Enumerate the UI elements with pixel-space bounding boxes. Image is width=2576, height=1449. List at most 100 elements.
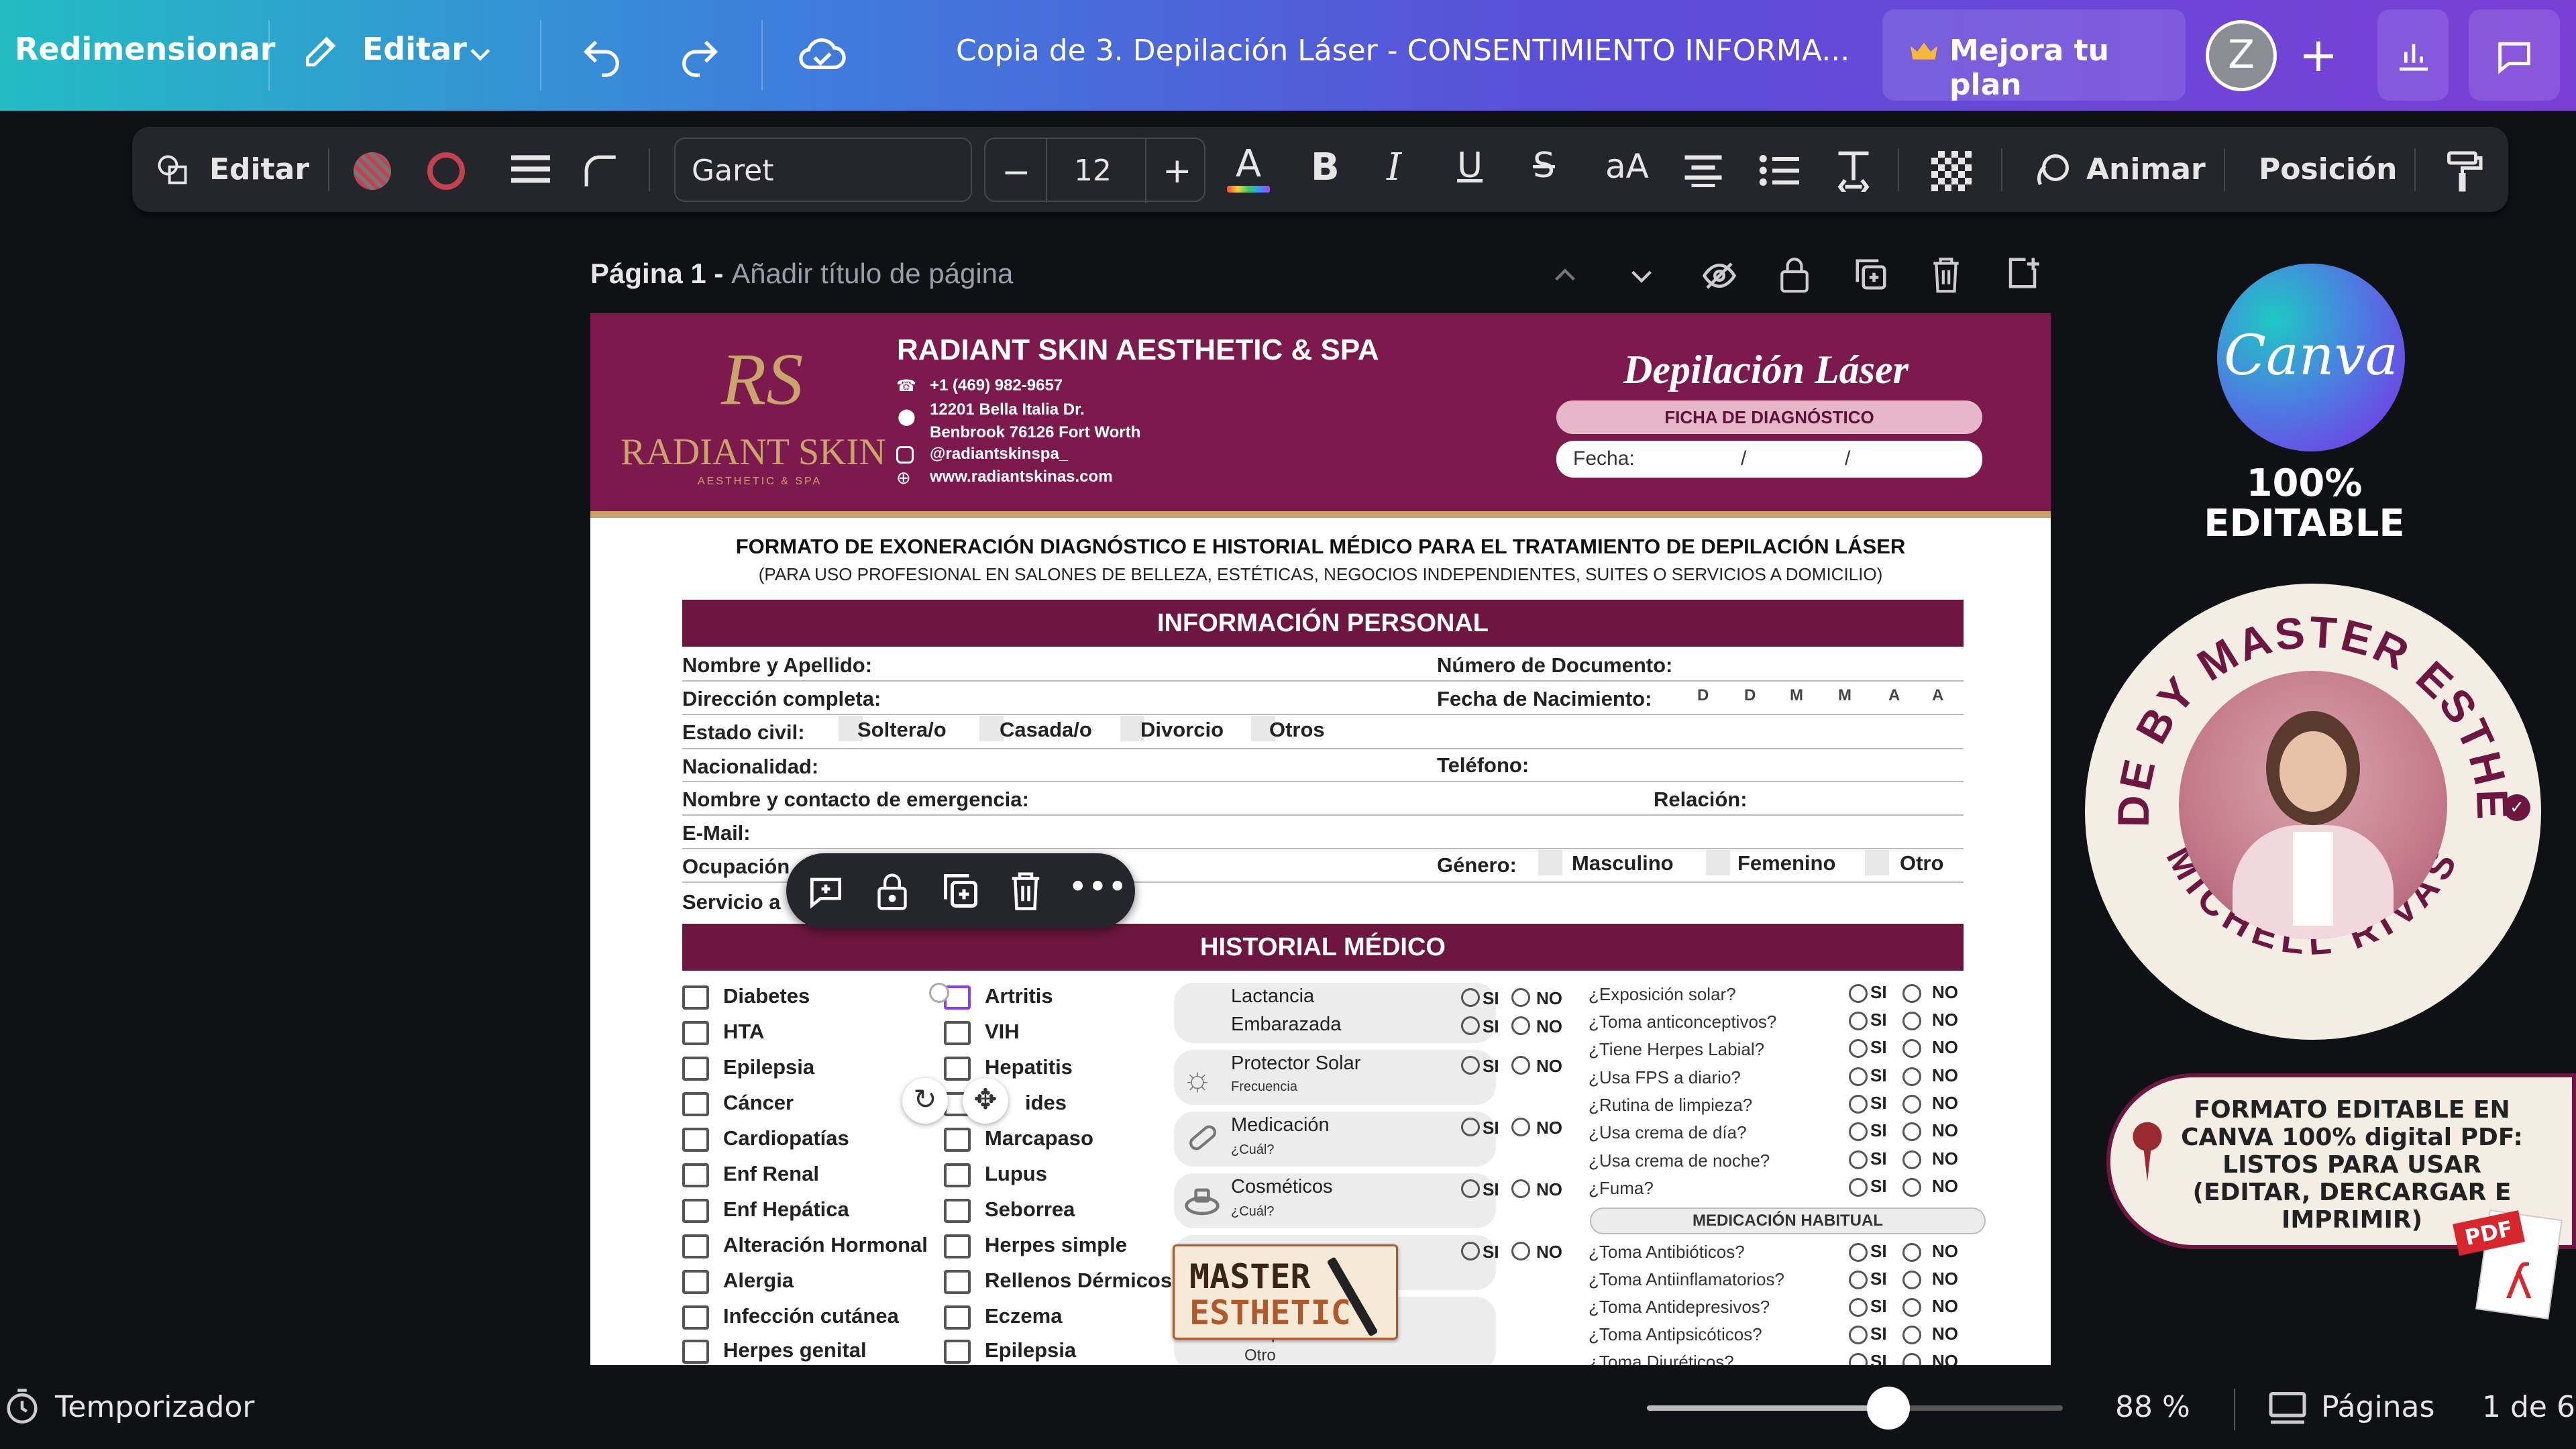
radio-lactancia-no[interactable] xyxy=(1511,988,1530,1007)
checkbox-vih[interactable] xyxy=(944,1021,971,1045)
text-spacing-icon[interactable] xyxy=(1833,148,1874,195)
document-title[interactable]: Copia de 3. Depilación Láser - CONSENTIM… xyxy=(956,34,1849,68)
chevron-down-icon[interactable] xyxy=(1626,260,1657,291)
undo-icon[interactable] xyxy=(578,30,625,77)
checkbox-cardiopatias[interactable] xyxy=(682,1128,709,1152)
increase-size-button[interactable]: + xyxy=(1163,151,1192,191)
zoom-slider-track[interactable] xyxy=(1647,1387,2063,1430)
checkbox-infeccion-cutanea[interactable] xyxy=(682,1305,709,1330)
radio-no[interactable] xyxy=(1902,1271,1921,1289)
edit-element-button[interactable]: Editar xyxy=(209,152,309,186)
radio-no[interactable] xyxy=(1902,1067,1921,1086)
shapes-edit-icon[interactable] xyxy=(155,152,190,187)
radio-no[interactable] xyxy=(1902,1039,1921,1058)
radio-no[interactable] xyxy=(1902,1353,1921,1365)
radio-si[interactable] xyxy=(1461,1242,1480,1260)
upgrade-button[interactable]: Mejora tu plan xyxy=(1882,9,2186,102)
underline-icon[interactable]: U xyxy=(1457,146,1483,186)
strikethrough-icon[interactable]: S xyxy=(1533,146,1555,186)
radio-si[interactable] xyxy=(1849,1326,1868,1344)
radio-medicacion-no[interactable] xyxy=(1511,1118,1530,1136)
radio-embarazada-si[interactable] xyxy=(1461,1016,1480,1035)
checkbox-alteracion-hormonal[interactable] xyxy=(682,1234,709,1258)
radio-si[interactable] xyxy=(1849,1095,1868,1114)
checkbox-epilepsia-2[interactable] xyxy=(944,1340,971,1364)
radio-no[interactable] xyxy=(1902,1298,1921,1317)
design-page[interactable]: RS RADIANT SKIN AESTHETIC & SPA RADIANT … xyxy=(590,313,2051,1365)
animate-icon[interactable] xyxy=(2032,151,2072,191)
redo-icon[interactable] xyxy=(676,30,723,77)
radio-si[interactable] xyxy=(1849,1122,1868,1141)
option-soltero[interactable]: Soltera/o xyxy=(857,718,947,742)
resize-handle[interactable] xyxy=(929,983,949,1003)
checkbox-eczema[interactable] xyxy=(944,1305,971,1330)
pages-button[interactable]: Páginas xyxy=(2321,1390,2434,1424)
radio-si[interactable] xyxy=(1849,1271,1868,1289)
decrease-size-button[interactable]: − xyxy=(1002,152,1031,193)
radio-no[interactable] xyxy=(1902,1326,1921,1344)
radio-medicacion-si[interactable] xyxy=(1461,1118,1480,1136)
bold-icon[interactable]: B xyxy=(1311,146,1340,189)
option-femenino[interactable]: Femenino xyxy=(1737,851,1835,875)
checkbox[interactable] xyxy=(1706,850,1730,875)
radio-protector-no[interactable] xyxy=(1511,1056,1530,1075)
paint-roller-icon[interactable] xyxy=(2444,150,2484,192)
radio-protector-si[interactable] xyxy=(1461,1056,1480,1075)
zoom-level[interactable]: 88 % xyxy=(2115,1390,2190,1424)
checkbox-alergia[interactable] xyxy=(682,1270,709,1294)
checkbox-hta[interactable] xyxy=(682,1021,709,1045)
checkbox[interactable] xyxy=(1538,850,1562,875)
checkbox-enf-renal[interactable] xyxy=(682,1163,709,1187)
radio-no[interactable] xyxy=(1902,1095,1921,1114)
radio-cosmeticos-no[interactable] xyxy=(1511,1179,1530,1198)
trash-icon[interactable] xyxy=(1008,869,1044,911)
checkbox-hepatitis[interactable] xyxy=(944,1057,971,1081)
insights-button[interactable] xyxy=(2377,9,2449,101)
checkbox-rellenos-dermicos[interactable] xyxy=(944,1270,971,1294)
radio-si[interactable] xyxy=(1849,1243,1868,1262)
date-field[interactable]: Fecha: / / xyxy=(1556,441,1982,478)
comments-button[interactable] xyxy=(2469,9,2560,101)
cloud-saved-icon[interactable] xyxy=(797,30,848,77)
zoom-slider-thumb[interactable] xyxy=(1866,1387,1910,1430)
border-style-icon[interactable] xyxy=(511,154,550,187)
option-otros[interactable]: Otros xyxy=(1269,718,1325,742)
letter-case-icon[interactable]: aA xyxy=(1605,147,1649,186)
option-masculino[interactable]: Masculino xyxy=(1572,851,1674,875)
radio-no[interactable] xyxy=(1902,984,1921,1003)
chevron-down-icon[interactable] xyxy=(466,39,495,68)
radio-si[interactable] xyxy=(1849,1353,1868,1365)
radio-si[interactable] xyxy=(1849,1012,1868,1030)
option-divorcio[interactable]: Divorcio xyxy=(1140,718,1224,742)
font-size-stepper[interactable]: − 12 + xyxy=(984,138,1205,203)
font-size-value[interactable]: 12 xyxy=(1074,154,1112,188)
avatar[interactable]: Z xyxy=(2206,20,2277,91)
add-page-icon[interactable] xyxy=(2004,255,2041,292)
text-color-icon[interactable]: A xyxy=(1227,143,1270,195)
radio-cosmeticos-si[interactable] xyxy=(1461,1179,1480,1198)
radio-si[interactable] xyxy=(1849,1298,1868,1317)
timer-icon[interactable] xyxy=(4,1387,40,1428)
transparency-icon[interactable] xyxy=(1931,151,1972,191)
radio-lactancia-si[interactable] xyxy=(1461,988,1480,1007)
checkbox-herpes-genital[interactable] xyxy=(682,1340,709,1364)
checkbox-enf-hepatica[interactable] xyxy=(682,1199,709,1223)
hide-page-icon[interactable] xyxy=(1701,258,1737,294)
radio-no[interactable] xyxy=(1902,1150,1921,1169)
birth-date-boxes[interactable]: D D M M A A xyxy=(1697,681,1966,708)
italic-icon[interactable]: I xyxy=(1387,146,1401,189)
option-casado[interactable]: Casada/o xyxy=(1000,718,1092,742)
duplicate-icon[interactable] xyxy=(941,871,981,911)
fill-color-icon[interactable] xyxy=(354,152,391,190)
position-button[interactable]: Posición xyxy=(2259,152,2397,186)
font-family-select[interactable]: Garet xyxy=(674,138,972,202)
checkbox-lupus[interactable] xyxy=(944,1163,971,1187)
radio-si[interactable] xyxy=(1849,1178,1868,1197)
checkbox-epilepsia[interactable] xyxy=(682,1057,709,1081)
checkbox[interactable] xyxy=(1865,850,1889,875)
checkbox-diabetes[interactable] xyxy=(682,985,709,1010)
radio-si[interactable] xyxy=(1849,1039,1868,1058)
corner-rounding-icon[interactable] xyxy=(582,152,621,191)
radio-embarazada-no[interactable] xyxy=(1511,1016,1530,1035)
lock-icon[interactable] xyxy=(875,871,910,911)
